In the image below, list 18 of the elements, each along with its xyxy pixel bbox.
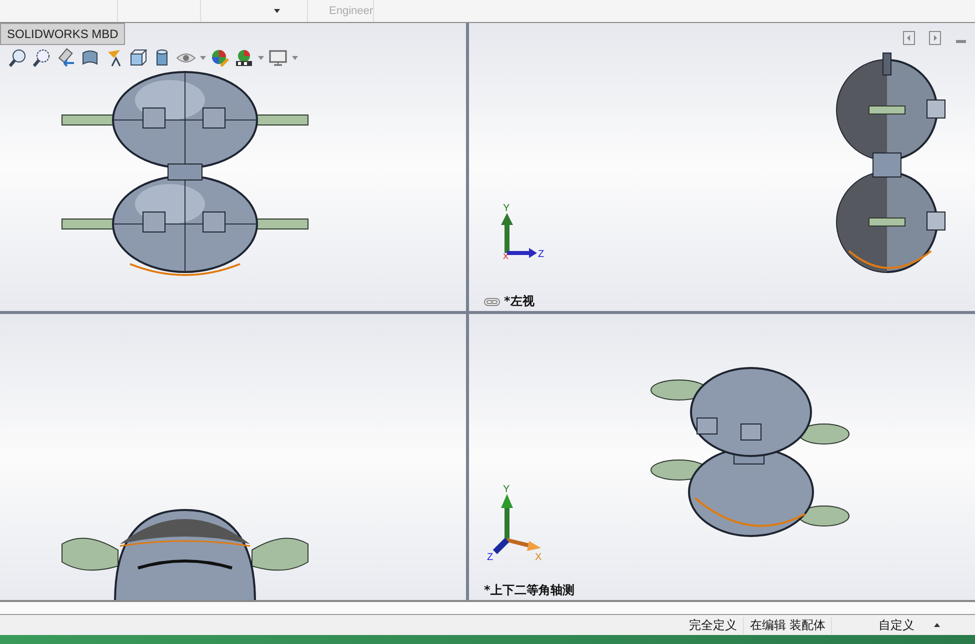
config-label: Engineer — [329, 5, 374, 17]
zoom-to-fit-icon[interactable] — [8, 48, 28, 68]
status-text: 完全定义 — [683, 616, 744, 634]
monitor-icon[interactable] — [268, 48, 288, 68]
dropdown-caret-icon[interactable] — [274, 9, 280, 13]
edit-appearance-icon[interactable] — [210, 48, 230, 68]
axis-triad-drawing: Y X Z — [501, 203, 544, 261]
next-page-icon[interactable] — [929, 31, 941, 45]
previous-page-icon[interactable] — [903, 31, 915, 45]
status-text: 自定义 — [877, 616, 916, 634]
solidworks-mbd-tab[interactable]: SOLIDWORKS MBD — [0, 23, 126, 45]
zoom-area-icon[interactable] — [32, 48, 52, 68]
up-caret-icon[interactable] — [934, 623, 940, 627]
axis-triad-drawing: Y Z X — [487, 484, 542, 563]
status-text: 在编辑 装配体 — [744, 616, 832, 634]
link-icon — [484, 298, 500, 306]
view-name-label: *左视 — [504, 293, 534, 310]
view-name-label: *上下二等角轴测 — [484, 582, 574, 599]
